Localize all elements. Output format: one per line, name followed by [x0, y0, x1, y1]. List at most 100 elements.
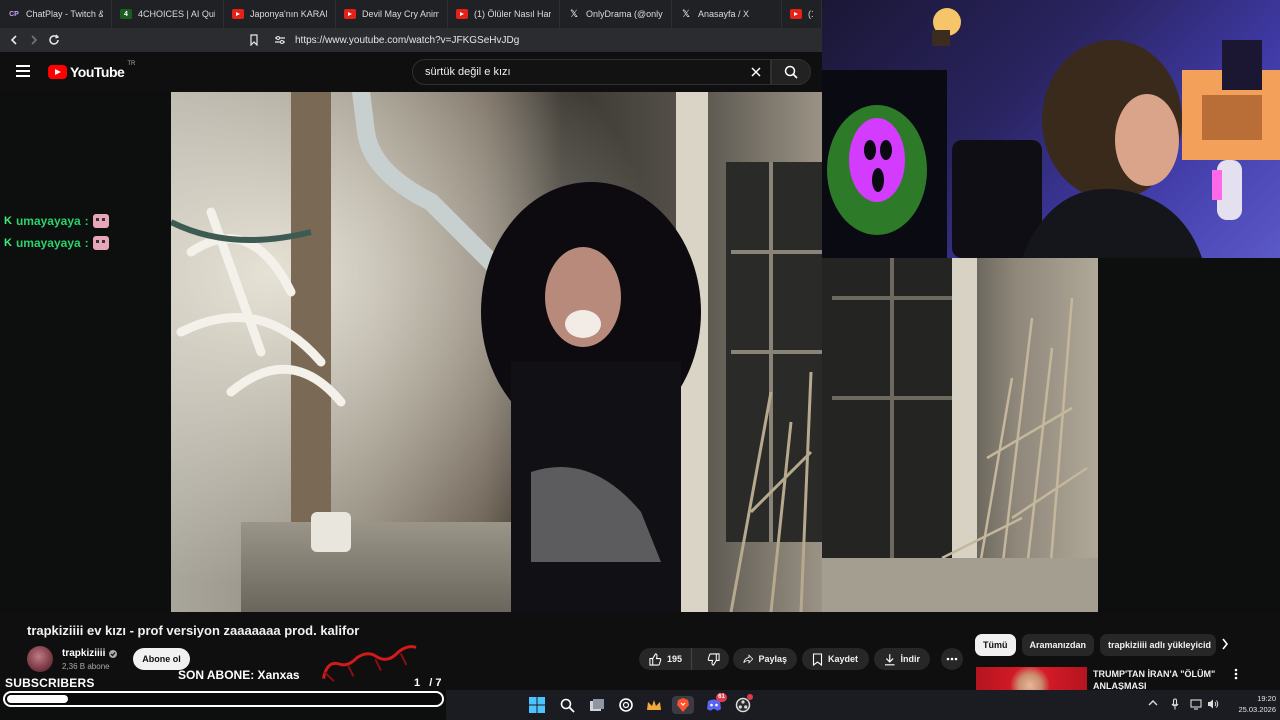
tab-label: 4CHOICES | AI Quiz Ar — [138, 9, 215, 19]
video-player-extension — [822, 258, 1098, 612]
brave-browser-app[interactable] — [672, 696, 694, 714]
goal-current: 1 — [414, 677, 421, 689]
goal-separator: / — [429, 677, 433, 689]
youtube-logo[interactable]: YouTube TR — [48, 61, 136, 80]
chat-message: K umayayaya : — [4, 214, 109, 228]
search-button[interactable] — [771, 59, 811, 85]
tab-label: Devil May Cry Anime — [362, 9, 439, 19]
menu-icon[interactable] — [16, 65, 30, 77]
like-dislike-group: 195 — [639, 648, 729, 670]
x-favicon-icon: 𝕏 — [681, 8, 691, 20]
subscribers-goal-label: SUBSCRIBERS — [5, 676, 95, 690]
chip-uploader[interactable]: trapkiziiii adlı yükleyicid — [1100, 634, 1217, 656]
save-button[interactable]: Kaydet — [802, 648, 869, 670]
video-frame-image — [822, 258, 1098, 612]
reload-button[interactable] — [44, 30, 64, 50]
reload-icon — [49, 34, 60, 45]
browser-tab[interactable]: (1 — [782, 0, 822, 28]
chatgpt-app[interactable] — [617, 696, 635, 714]
search-icon — [560, 698, 575, 713]
game-app[interactable] — [645, 696, 663, 714]
crown-icon — [647, 700, 661, 710]
browser-tab[interactable]: 𝕏 Anasayfa / X — [672, 0, 782, 28]
address-bar: https://www.youtube.com/watch?v=JFKGSeHv… — [0, 28, 822, 52]
channel-name-row[interactable]: trapkiziiii — [62, 648, 118, 659]
chevron-right-icon[interactable] — [1221, 638, 1229, 650]
save-icon — [812, 652, 823, 666]
tab-label: Anasayfa / X — [698, 9, 750, 19]
volume-tray[interactable] — [1207, 698, 1219, 713]
url-field[interactable]: https://www.youtube.com/watch?v=JFKGSeHv… — [295, 35, 519, 46]
video-player[interactable] — [171, 92, 822, 612]
bookmark-button[interactable] — [244, 30, 264, 50]
recommended-thumbnail[interactable] — [976, 667, 1087, 690]
browser-tab[interactable]: 4 4CHOICES | AI Quiz Ar — [112, 0, 224, 28]
pig-emote-icon — [92, 214, 109, 228]
windows-icon — [529, 697, 545, 713]
channel-name[interactable]: trapkiziiii — [62, 648, 105, 659]
youtube-favicon-icon — [456, 9, 468, 19]
forward-button[interactable] — [24, 30, 44, 50]
openai-icon — [619, 698, 633, 712]
channel-avatar[interactable] — [27, 646, 53, 672]
browser-tab-strip: CP ChatPlay - Twitch & Ki 4 4CHOICES | AI Q… — [0, 0, 822, 28]
dislike-button[interactable] — [697, 648, 729, 670]
brave-icon — [677, 698, 689, 712]
network-tray[interactable] — [1190, 698, 1202, 713]
subscriber-goal-progress — [3, 691, 444, 707]
like-button[interactable]: 195 — [639, 648, 693, 670]
youtube-wordmark: YouTube — [70, 64, 125, 80]
system-clock[interactable]: 19:20 25.03.2026 — [1224, 693, 1276, 715]
subscriber-goal-count: 1 / 7 — [414, 677, 441, 689]
chat-username: umayayaya — [15, 214, 81, 228]
subscriber-count: 2,36 B abone — [62, 662, 110, 671]
clear-search-icon[interactable] — [750, 66, 762, 78]
microphone-tray[interactable] — [1171, 698, 1179, 713]
more-actions-button[interactable] — [941, 648, 963, 670]
tab-label: Japonya'nın KARANLI — [250, 9, 327, 19]
youtube-header: YouTube TR sürtük değil e kızı — [0, 52, 822, 92]
tab-label: OnlyDrama (@onlydra — [586, 9, 663, 19]
back-button[interactable] — [4, 30, 24, 50]
filter-chips: Tümü Aramanızdan trapkiziiii adlı yükley… — [975, 634, 1217, 656]
bookmark-icon — [250, 34, 258, 46]
recommended-menu-icon[interactable] — [1234, 668, 1238, 683]
search-icon — [784, 65, 798, 79]
chevron-up-icon — [1148, 700, 1158, 706]
share-button[interactable]: Paylaş — [733, 648, 797, 670]
clock-date: 25.03.2026 — [1238, 705, 1276, 714]
recommended-title[interactable]: TRUMP'TAN İRAN'A "ÖLÜM" ANLAŞMASI — [1093, 668, 1223, 690]
download-button[interactable]: İndir — [874, 648, 930, 670]
taskbar-search-button[interactable] — [558, 696, 576, 714]
chat-separator: : — [84, 236, 89, 250]
browser-tab[interactable]: Japonya'nın KARANLI — [224, 0, 336, 28]
browser-tab[interactable]: 𝕏 OnlyDrama (@onlydra — [560, 0, 672, 28]
kick-icon: K — [4, 237, 12, 249]
save-label: Kaydet — [828, 654, 859, 664]
search-query: sürtük değil e kızı — [425, 66, 511, 78]
discord-app[interactable]: 61 — [705, 693, 727, 714]
tune-icon — [275, 36, 285, 44]
search-input[interactable]: sürtük değil e kızı — [412, 59, 771, 85]
browser-tab[interactable]: Devil May Cry Anime — [336, 0, 448, 28]
browser-tab[interactable]: CP ChatPlay - Twitch & Ki — [0, 0, 112, 28]
subscribe-button[interactable]: Abone ol — [133, 648, 190, 670]
download-icon — [884, 653, 895, 665]
taskbar: 61 — [446, 690, 1280, 720]
task-view-button[interactable] — [588, 696, 606, 714]
tab-label: (1) Ölüler Nasıl Hareke — [474, 9, 551, 19]
obs-app[interactable] — [734, 694, 753, 714]
chip-all[interactable]: Tümü — [975, 634, 1016, 656]
chatplay-favicon-icon: CP — [9, 10, 19, 18]
clock-time: 19:20 — [1257, 694, 1276, 703]
site-info-button[interactable] — [270, 30, 290, 50]
show-hidden-icons[interactable] — [1148, 698, 1158, 709]
progress-fill — [7, 695, 68, 703]
pig-emote-icon — [92, 236, 109, 250]
chat-message: K umayayaya : — [4, 236, 109, 250]
tab-label: (1 — [808, 9, 813, 19]
start-button[interactable] — [528, 696, 546, 714]
browser-tab[interactable]: (1) Ölüler Nasıl Hareke — [448, 0, 560, 28]
country-code: TR — [127, 61, 136, 67]
chip-from-search[interactable]: Aramanızdan — [1021, 634, 1095, 656]
